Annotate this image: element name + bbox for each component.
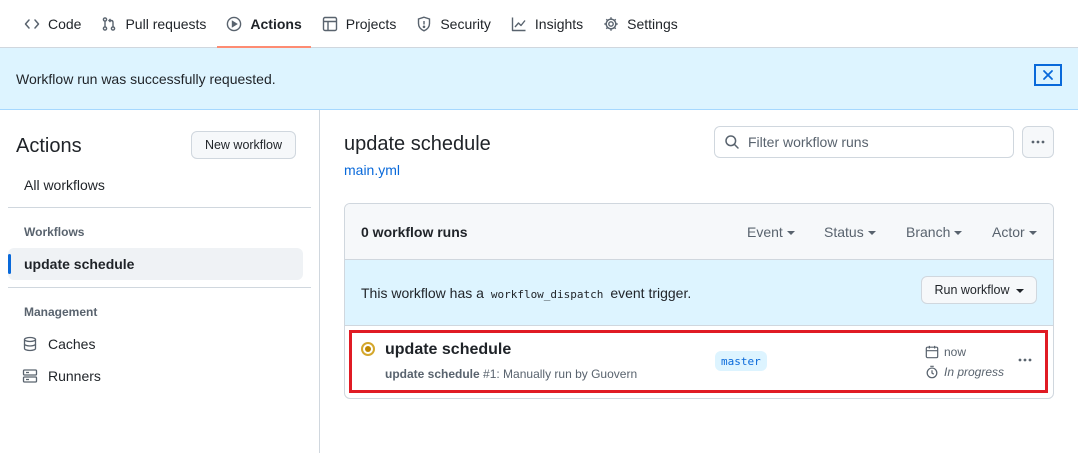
graph-icon (511, 16, 527, 32)
workflow-title: update schedule (344, 133, 491, 155)
tab-label: Security (440, 15, 491, 32)
filter-menu-label: Event (747, 224, 783, 240)
tab-settings[interactable]: Settings (594, 0, 687, 47)
gear-icon (603, 16, 619, 32)
sidebar-divider (8, 207, 311, 208)
all-workflows-link[interactable]: All workflows (24, 177, 105, 193)
branch-label[interactable]: master (715, 351, 767, 371)
x-icon (1042, 69, 1054, 81)
tab-insights[interactable]: Insights (502, 0, 592, 47)
table-icon (322, 16, 338, 32)
run-workflow-button[interactable]: Run workflow (921, 276, 1037, 304)
sidebar-title: Actions (16, 135, 82, 157)
filter-menu-label: Actor (992, 224, 1025, 240)
workflow-dispatch-banner: This workflow has a workflow_dispatch ev… (345, 260, 1053, 326)
actor-filter-menu[interactable]: Actor (992, 224, 1037, 240)
workflows-heading: Workflows (24, 225, 85, 239)
sidebar-item-label: Runners (48, 368, 101, 384)
tab-pull-requests[interactable]: Pull requests (92, 0, 215, 47)
management-heading: Management (24, 305, 98, 319)
filter-workflow-runs-input[interactable]: Filter workflow runs (714, 126, 1014, 158)
run-time: now (925, 345, 966, 359)
server-icon (22, 368, 38, 384)
runs-count: 0 workflow runs (361, 224, 468, 240)
caret-down-icon (786, 231, 795, 235)
caret-down-icon (1028, 231, 1037, 235)
tab-label: Insights (534, 15, 584, 32)
run-time-label: now (944, 345, 967, 359)
dispatch-text-prefix: This workflow has a (361, 285, 484, 301)
stopwatch-icon (925, 365, 939, 379)
kebab-horizontal-icon (1030, 134, 1046, 150)
run-duration-label: In progress (944, 365, 1005, 379)
calendar-icon (925, 345, 939, 359)
dispatch-code: workflow_dispatch (490, 288, 604, 301)
run-more-options-button[interactable] (1014, 352, 1036, 368)
pull-request-icon (101, 16, 117, 32)
tab-projects[interactable]: Projects (313, 0, 406, 47)
play-icon (226, 16, 242, 32)
run-duration: In progress (925, 365, 1004, 379)
caret-down-icon (1015, 289, 1024, 293)
new-workflow-button[interactable]: New workflow (191, 131, 296, 159)
run-meta: update schedule #1: Manually run by Guov… (385, 367, 637, 381)
shield-icon (416, 15, 432, 32)
tab-actions[interactable]: Actions (217, 0, 312, 48)
dispatch-text-suffix: event trigger. (610, 285, 692, 301)
search-icon (724, 134, 740, 150)
dispatch-message: This workflow has a workflow_dispatch ev… (361, 285, 691, 301)
tab-security[interactable]: Security (407, 0, 500, 47)
branch-filter-menu[interactable]: Branch (906, 224, 963, 240)
code-icon (24, 16, 40, 32)
database-icon (22, 336, 38, 352)
sidebar-item-label: Caches (48, 336, 96, 352)
run-title-link[interactable]: update schedule (385, 341, 511, 359)
run-meta-workflow: update schedule (385, 367, 480, 381)
tab-label: Code (48, 15, 82, 32)
filter-menu-label: Branch (906, 224, 951, 240)
actions-sidebar: Actions New workflow All workflows Workf… (0, 110, 320, 453)
flash-banner: Workflow run was successfully requested. (0, 48, 1078, 110)
workflow-file-link[interactable]: main.yml (344, 162, 400, 178)
in-progress-status-icon (361, 342, 375, 356)
caret-down-icon (867, 231, 876, 235)
flash-message: Workflow run was successfully requested. (16, 70, 276, 87)
sidebar-item-update-schedule[interactable]: update schedule (8, 248, 303, 280)
filter-placeholder: Filter workflow runs (748, 134, 869, 150)
run-highlight-box (349, 330, 1048, 393)
run-meta-details: #1: Manually run by Guovern (483, 367, 638, 381)
active-indicator (8, 254, 11, 274)
run-workflow-label: Run workflow (934, 283, 1010, 297)
tab-code[interactable]: Code (15, 0, 90, 47)
event-filter-menu[interactable]: Event (747, 224, 795, 240)
tab-label: Projects (345, 15, 397, 32)
repo-nav: Code Pull requests Actions Projects Secu… (0, 0, 1078, 48)
filter-menu-label: Status (824, 224, 864, 240)
runs-box-header: 0 workflow runs Event Status Branch Acto… (345, 204, 1053, 260)
kebab-horizontal-icon (1017, 352, 1033, 368)
status-filter-menu[interactable]: Status (824, 224, 876, 240)
caret-down-icon (954, 231, 963, 235)
tab-label: Actions (250, 15, 302, 32)
sidebar-item-caches[interactable]: Caches (22, 336, 95, 352)
more-options-button[interactable] (1022, 126, 1054, 158)
tab-label: Pull requests (125, 15, 207, 32)
flash-close-button[interactable] (1034, 64, 1062, 86)
tab-label: Settings (627, 15, 678, 32)
sidebar-item-label: update schedule (24, 256, 135, 272)
sidebar-item-runners[interactable]: Runners (22, 368, 101, 384)
sidebar-divider (8, 287, 311, 288)
